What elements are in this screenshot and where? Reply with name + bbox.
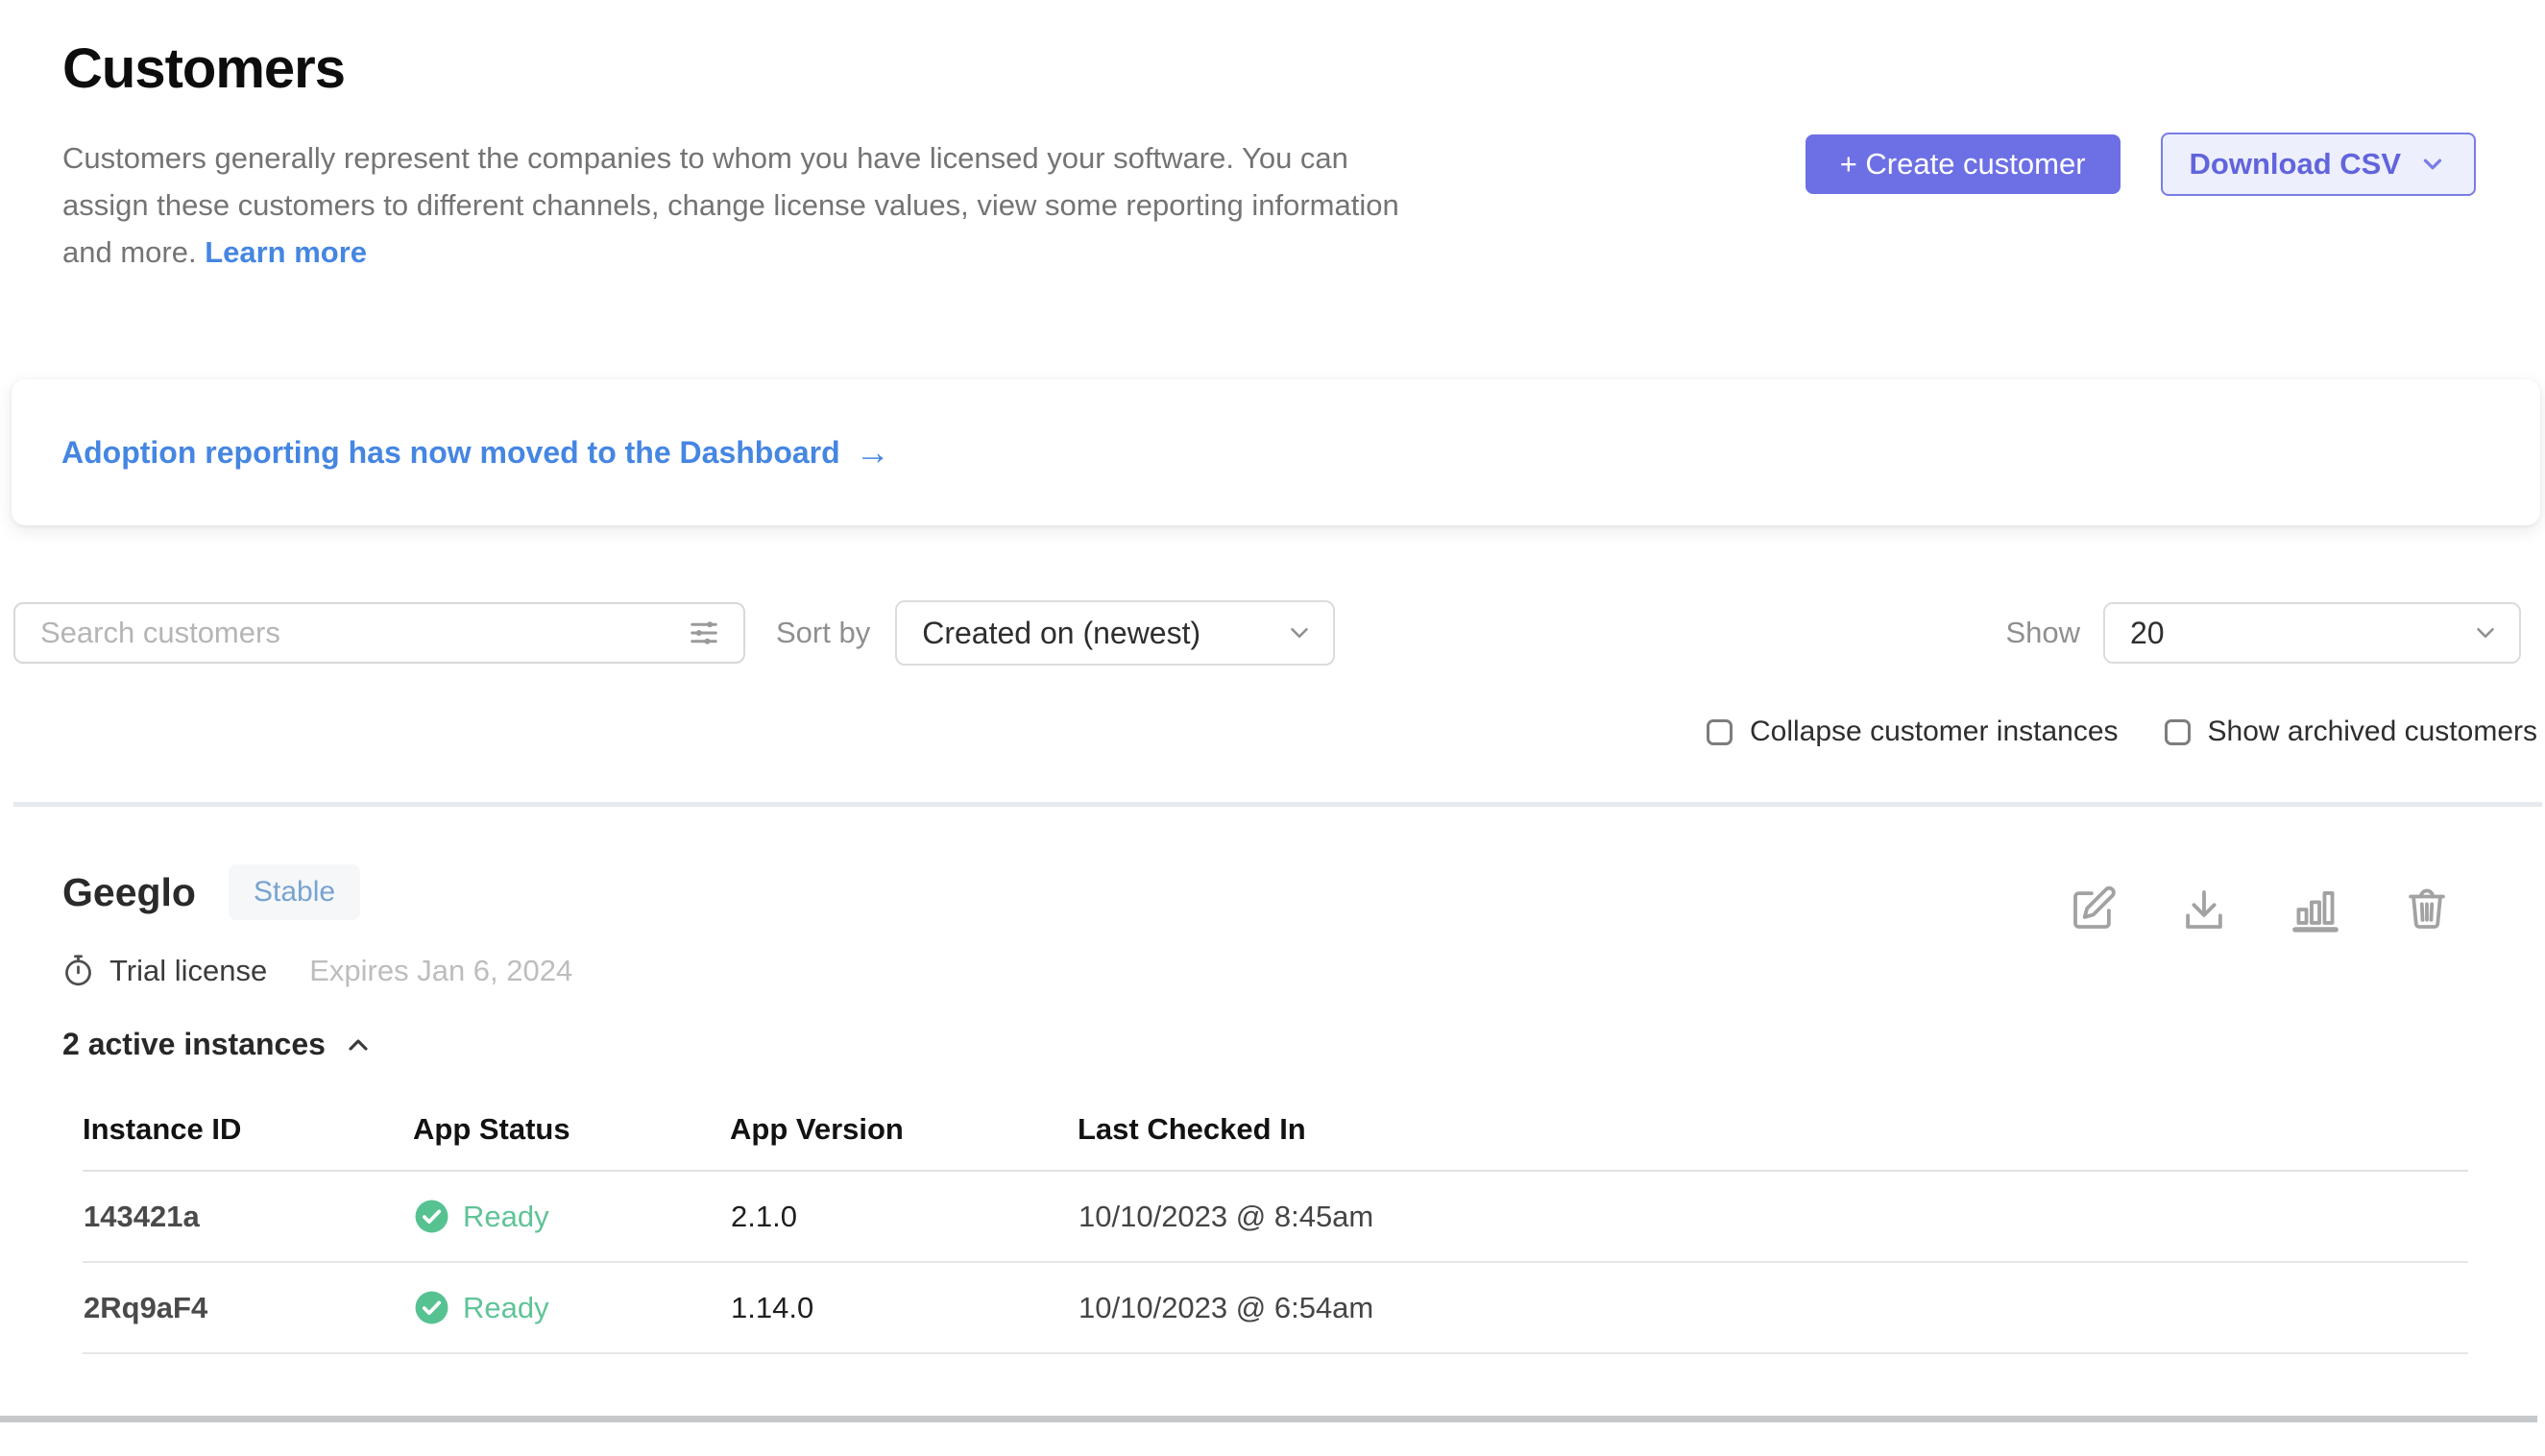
learn-more-link[interactable]: Learn more <box>205 235 367 269</box>
download-csv-label: Download CSV <box>2190 147 2401 182</box>
license-expiry: Expires Jan 6, 2024 <box>309 954 572 988</box>
page-title: Customers <box>62 35 2545 104</box>
show-archived-checkbox[interactable] <box>2165 719 2191 745</box>
show-per-page-select[interactable]: 20 <box>2103 602 2521 664</box>
status-ready-icon <box>414 1199 449 1234</box>
instances-toggle-label: 2 active instances <box>62 1027 326 1062</box>
last-checked-in: 10/10/2023 @ 8:45am <box>1078 1171 2468 1262</box>
bar-chart-icon <box>2290 884 2341 935</box>
description-line-3: and more. Learn more <box>62 229 2545 276</box>
instances-table: Instance ID App Status App Version Last … <box>83 1087 2468 1354</box>
col-header-instance-id: Instance ID <box>83 1087 413 1171</box>
col-header-last-checked-in: Last Checked In <box>1078 1087 2468 1171</box>
show-archived-option[interactable]: Show archived customers <box>2165 716 2537 748</box>
customer-name[interactable]: Geeglo <box>62 870 196 915</box>
adoption-banner-link[interactable]: Adoption reporting has now moved to the … <box>61 435 890 471</box>
chevron-down-icon <box>2418 150 2447 179</box>
instances-toggle[interactable]: 2 active instances <box>62 1027 2545 1062</box>
col-header-app-version: App Version <box>730 1087 1078 1171</box>
app-status-cell: Ready <box>413 1262 730 1353</box>
arrow-right-icon: → <box>856 435 890 470</box>
sort-select[interactable]: Created on (newest) <box>895 600 1335 666</box>
trial-timer-icon <box>61 953 96 988</box>
app-status-cell: Ready <box>413 1171 730 1262</box>
col-header-app-status: App Status <box>413 1087 730 1171</box>
show-label: Show <box>2005 616 2080 650</box>
chevron-down-icon <box>1285 619 1314 647</box>
header-actions: + Create customer Download CSV <box>1806 133 2476 196</box>
delete-customer-button[interactable] <box>2401 884 2453 935</box>
edit-icon <box>2067 884 2119 935</box>
adoption-banner: Adoption reporting has now moved to the … <box>12 379 2540 525</box>
status-ready-icon <box>414 1290 449 1325</box>
adoption-banner-text: Adoption reporting has now moved to the … <box>61 435 840 471</box>
filter-sliders-icon[interactable] <box>684 613 724 653</box>
app-version: 2.1.0 <box>730 1171 1078 1262</box>
trash-icon <box>2401 884 2453 935</box>
show-archived-label: Show archived customers <box>2208 716 2537 748</box>
checkbox-row: Collapse customer instances Show archive… <box>0 716 2537 748</box>
customer-card: Geeglo Stable <box>0 807 2545 1422</box>
instances-table-header-row: Instance ID App Status App Version Last … <box>83 1087 2468 1171</box>
instance-row: 2Rq9aF4 Ready 1.14.0 10/10/2023 @ 6:54am <box>83 1262 2468 1353</box>
customers-page: Customers Customers generally represent … <box>0 0 2545 1456</box>
channel-badge: Stable <box>229 864 360 920</box>
app-status-text: Ready <box>463 1200 549 1234</box>
chevron-down-icon <box>2471 619 2500 647</box>
customer-reporting-button[interactable] <box>2290 884 2341 935</box>
download-customer-button[interactable] <box>2178 884 2230 935</box>
download-csv-button[interactable]: Download CSV <box>2161 133 2476 196</box>
instance-row: 143421a Ready 2.1.0 10/10/2023 @ 8:45am <box>83 1171 2468 1262</box>
collapse-instances-option[interactable]: Collapse customer instances <box>1707 716 2119 748</box>
section-bottom-divider <box>0 1416 2537 1422</box>
download-icon <box>2178 884 2230 935</box>
customer-actions <box>2067 884 2453 935</box>
last-checked-in: 10/10/2023 @ 6:54am <box>1078 1262 2468 1353</box>
app-status-text: Ready <box>463 1291 549 1325</box>
app-version: 1.14.0 <box>730 1262 1078 1353</box>
license-type: Trial license <box>109 954 267 988</box>
chevron-up-icon <box>343 1030 374 1060</box>
edit-customer-button[interactable] <box>2067 884 2119 935</box>
show-per-page-value: 20 <box>2130 616 2165 651</box>
search-box <box>13 602 745 664</box>
instance-id: 2Rq9aF4 <box>83 1262 413 1353</box>
license-row: Trial license Expires Jan 6, 2024 <box>61 953 2545 988</box>
collapse-instances-label: Collapse customer instances <box>1750 716 2119 748</box>
sort-select-value: Created on (newest) <box>922 616 1200 651</box>
create-customer-button[interactable]: + Create customer <box>1806 134 2121 194</box>
collapse-instances-checkbox[interactable] <box>1707 719 1733 745</box>
instance-id: 143421a <box>83 1171 413 1262</box>
filter-controls: Sort by Created on (newest) Show 20 <box>13 600 2521 666</box>
search-input[interactable] <box>38 615 684 651</box>
sort-by-label: Sort by <box>776 616 870 650</box>
